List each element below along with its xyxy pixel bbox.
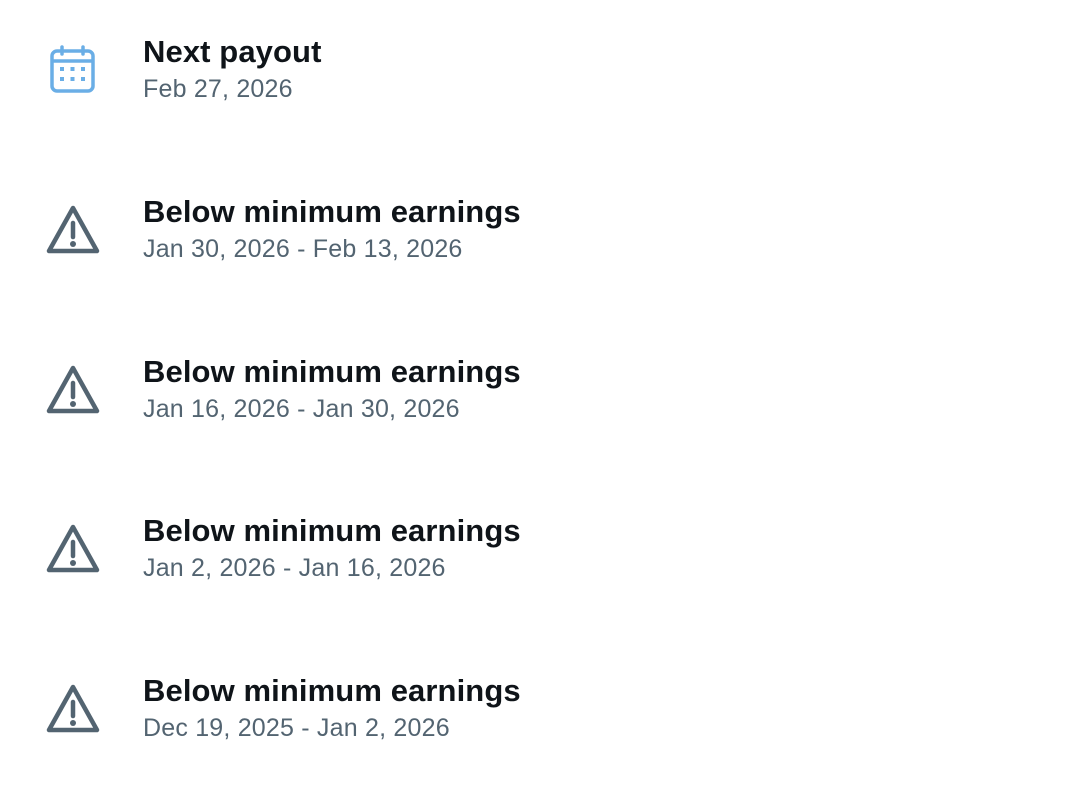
next-payout-date: Feb 27, 2026 (143, 75, 293, 103)
next-payout-title: Next payout (143, 34, 322, 69)
earnings-period-range: Jan 30, 2026 - Feb 13, 2026 (143, 235, 463, 263)
earnings-period-title: Below minimum earnings (143, 513, 521, 548)
warning-icon (46, 365, 100, 414)
payout-history-list: Next payout Feb 27, 2026 Below minimum e… (0, 0, 1079, 810)
earnings-period-range: Jan 16, 2026 - Jan 30, 2026 (143, 395, 460, 423)
earnings-period-row: Below minimum earnings Dec 19, 2025 - Ja… (0, 639, 1079, 799)
earnings-period-range: Dec 19, 2025 - Jan 2, 2026 (143, 714, 450, 742)
earnings-period-range: Jan 2, 2026 - Jan 16, 2026 (143, 554, 446, 582)
earnings-period-title: Below minimum earnings (143, 673, 521, 708)
warning-icon (46, 524, 100, 573)
next-payout-row: Next payout Feb 27, 2026 (0, 0, 1079, 160)
earnings-period-row: Below minimum earnings Jan 30, 2026 - Fe… (0, 160, 1079, 320)
earnings-period-row: Below minimum earnings Jan 2, 2026 - Jan… (0, 479, 1079, 639)
calendar-icon (50, 45, 95, 93)
earnings-period-title: Below minimum earnings (143, 194, 521, 229)
earnings-period-row: Below minimum earnings Jan 16, 2026 - Ja… (0, 320, 1079, 480)
warning-icon (46, 205, 100, 254)
earnings-period-title: Below minimum earnings (143, 354, 521, 389)
warning-icon (46, 684, 100, 733)
